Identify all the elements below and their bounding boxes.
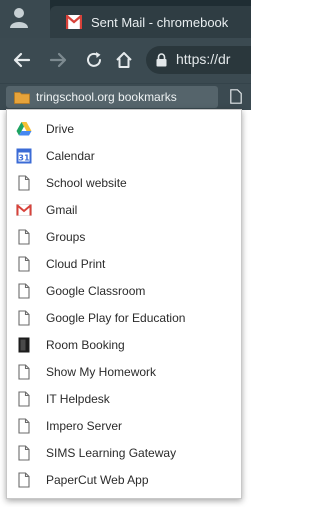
menu-item-school-website[interactable]: School website — [7, 169, 241, 196]
page-icon — [18, 417, 30, 434]
calendar-icon: 31 — [16, 148, 32, 163]
lock-icon — [156, 53, 167, 67]
profile-icon — [10, 8, 28, 28]
page-icon — [18, 309, 30, 326]
bookmarks-dropdown-menu: Drive 31 Calendar School website Gmail G… — [6, 109, 242, 499]
menu-item-drive[interactable]: Drive — [7, 115, 241, 142]
page-icon — [18, 390, 30, 407]
browser-window: Sent Mail - chromebook https://dr trings… — [0, 0, 251, 507]
folder-icon — [14, 91, 30, 104]
gmail-icon — [16, 203, 32, 216]
menu-item-label: Cloud Print — [46, 256, 106, 271]
svg-text:31: 31 — [18, 153, 30, 162]
url-text: https://dr — [176, 51, 231, 67]
menu-item-label: Drive — [46, 121, 75, 136]
home-icon[interactable] — [114, 50, 134, 70]
page-icon — [18, 255, 30, 272]
tab-sent-mail[interactable]: Sent Mail - chromebook — [50, 6, 251, 38]
tab-title: Sent Mail - chromebook — [91, 14, 229, 30]
menu-item-impero-server[interactable]: Impero Server — [7, 412, 241, 439]
menu-item-label: Groups — [46, 229, 86, 244]
menu-item-sims-learning-gateway[interactable]: SIMS Learning Gateway — [7, 439, 241, 466]
page-icon — [18, 228, 30, 245]
page-icon[interactable] — [230, 89, 242, 104]
menu-item-label: Impero Server — [46, 418, 123, 433]
page-icon — [18, 444, 30, 461]
page-icon — [18, 282, 30, 299]
menu-item-google-play-for-education[interactable]: Google Play for Education — [7, 304, 241, 331]
menu-item-label: Gmail — [46, 202, 78, 217]
menu-item-gmail[interactable]: Gmail — [7, 196, 241, 223]
menu-item-papercut-web-app[interactable]: PaperCut Web App — [7, 466, 241, 493]
address-bar[interactable]: https://dr — [146, 46, 251, 74]
menu-item-label: Room Booking — [46, 337, 125, 352]
menu-item-show-my-homework[interactable]: Show My Homework — [7, 358, 241, 385]
bookmarks-bar: tringschool.org bookmarks — [0, 83, 251, 110]
menu-item-cloud-print[interactable]: Cloud Print — [7, 250, 241, 277]
menu-item-label: SIMS Learning Gateway — [46, 445, 177, 460]
reload-icon[interactable] — [84, 50, 104, 70]
menu-item-label: Google Play for Education — [46, 310, 186, 325]
gmail-icon — [66, 15, 82, 29]
room-booking-icon — [18, 337, 30, 352]
bookmarks-folder-button[interactable]: tringschool.org bookmarks — [6, 86, 218, 108]
forward-arrow-icon[interactable] — [48, 50, 68, 70]
tab-strip: Sent Mail - chromebook — [0, 0, 251, 38]
back-arrow-icon[interactable] — [12, 50, 32, 70]
menu-item-label: Google Classroom — [46, 283, 146, 298]
menu-item-label: School website — [46, 175, 127, 190]
page-icon — [18, 363, 30, 380]
menu-item-room-booking[interactable]: Room Booking — [7, 331, 241, 358]
page-icon — [18, 471, 30, 488]
menu-item-groups[interactable]: Groups — [7, 223, 241, 250]
menu-item-label: PaperCut Web App — [46, 472, 149, 487]
menu-item-label: Calendar — [46, 148, 95, 163]
menu-item-google-classroom[interactable]: Google Classroom — [7, 277, 241, 304]
profile-button[interactable] — [0, 0, 50, 38]
menu-item-label: IT Helpdesk — [46, 391, 110, 406]
drive-icon — [16, 121, 32, 135]
browser-toolbar: https://dr — [0, 38, 251, 83]
menu-list: Drive 31 Calendar School website Gmail G… — [7, 110, 241, 493]
menu-item-calendar[interactable]: 31 Calendar — [7, 142, 241, 169]
menu-item-it-helpdesk[interactable]: IT Helpdesk — [7, 385, 241, 412]
menu-item-label: Show My Homework — [46, 364, 157, 379]
page-icon — [18, 174, 30, 191]
bookmarks-folder-label: tringschool.org bookmarks — [36, 90, 177, 104]
